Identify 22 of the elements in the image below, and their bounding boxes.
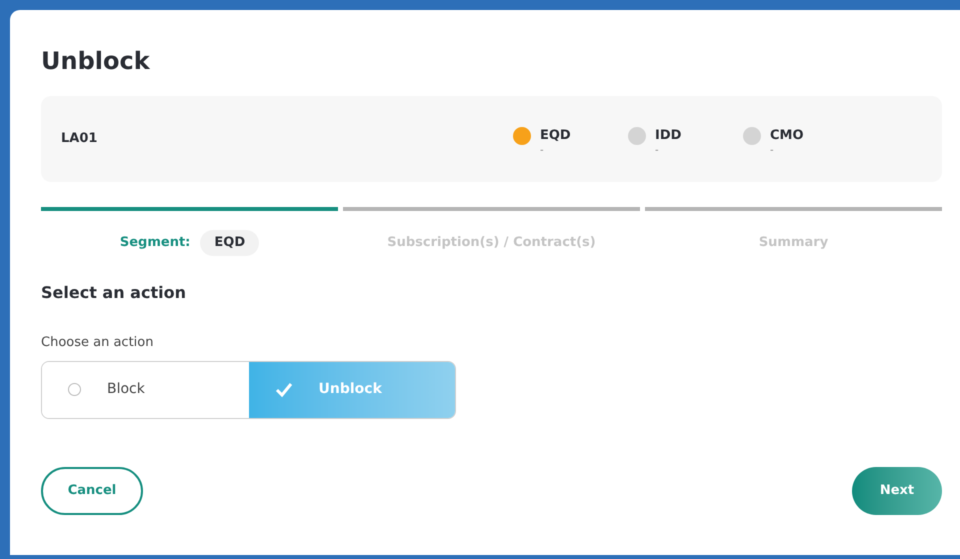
dialog-title: Unblock: [41, 46, 150, 76]
step-label: Segment:: [120, 234, 190, 252]
segment-name: CMO: [770, 127, 804, 145]
next-button[interactable]: Next: [852, 466, 942, 514]
segment-name: EQD: [540, 127, 571, 145]
section-title: Select an action: [41, 282, 186, 304]
segment-value: -: [655, 145, 659, 157]
segment-value: -: [540, 145, 544, 157]
check-icon: [274, 382, 292, 398]
cancel-button[interactable]: Cancel: [41, 466, 143, 514]
step-label: Summary: [758, 234, 828, 252]
account-code: LA01: [61, 130, 98, 148]
segment-chip: EQD: [200, 230, 260, 256]
field-label: Choose an action: [41, 334, 154, 352]
radio-icon: [68, 383, 81, 396]
action-option[interactable]: Unblock: [248, 362, 455, 418]
step-tab[interactable]: Segment: EQD: [41, 207, 338, 255]
step-label: Subscription(s) / Contract(s): [387, 234, 596, 252]
segment-value: -: [770, 145, 774, 157]
step-tab[interactable]: Summary: [645, 207, 942, 255]
segment-name: IDD: [655, 127, 682, 145]
step-tab[interactable]: Subscription(s) / Contract(s): [343, 207, 640, 255]
